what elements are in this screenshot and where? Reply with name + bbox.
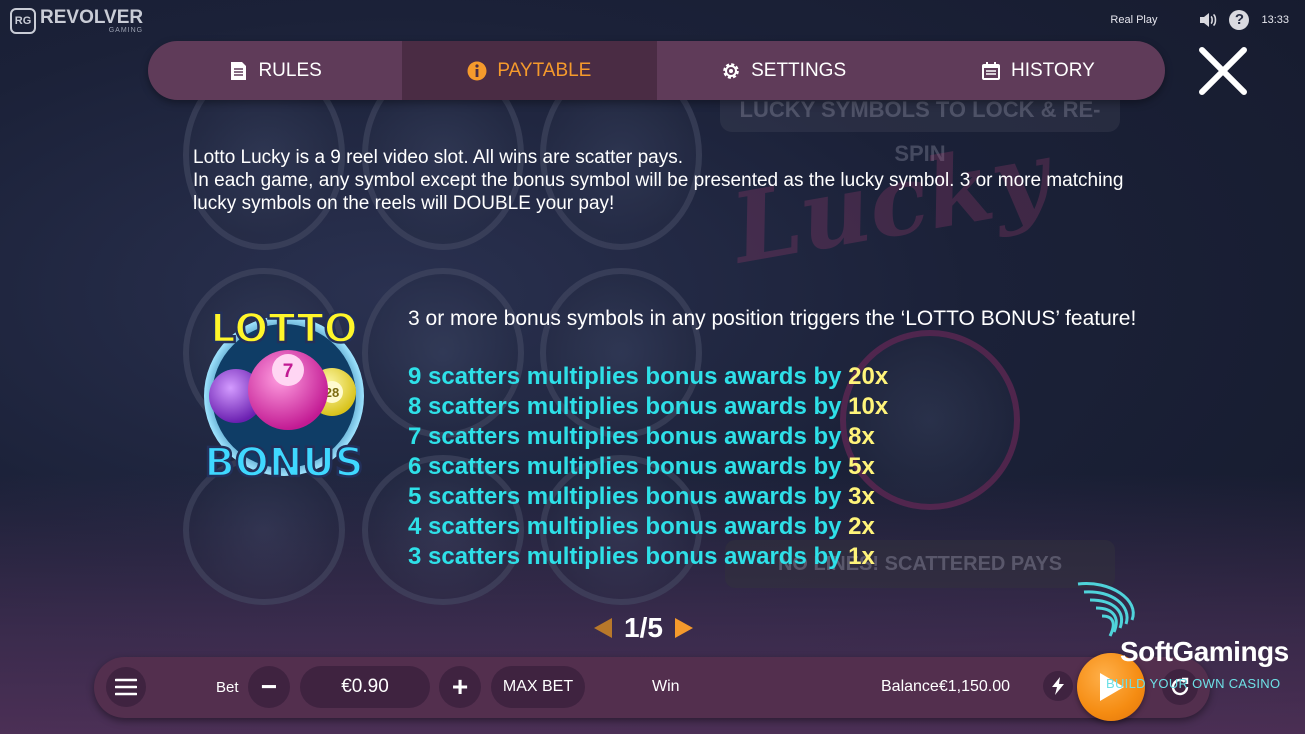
multiplier-row: 6 scatters multiplies bonus awards by 5x (408, 453, 888, 483)
provider-wordmark: REVOLVER GAMING (40, 8, 143, 34)
lightning-icon (1052, 677, 1064, 695)
multiplier-text: 5 scatters multiplies bonus awards by (408, 483, 849, 510)
tab-settings-label: SETTINGS (751, 59, 847, 81)
softgamings-watermark: SoftGamings BUILD YOUR OWN CASINO (1070, 580, 1300, 700)
paytable-content: Lotto Lucky is a 9 reel video slot. All … (193, 146, 1153, 215)
multiplier-row: 3 scatters multiplies bonus awards by 1x (408, 543, 888, 573)
page-indicator: 1/5 (624, 612, 663, 643)
calendar-icon (981, 61, 1001, 81)
max-bet-button[interactable]: MAX BET (491, 666, 585, 708)
multiplier-text: 3 scatters multiplies bonus awards by (408, 543, 849, 570)
bonus-text: BONUS (204, 440, 363, 486)
decrease-bet-button[interactable]: − (248, 666, 290, 708)
multiplier-text: 4 scatters multiplies bonus awards by (408, 513, 849, 540)
bonus-trigger-text: 3 or more bonus symbols in any position … (408, 307, 1137, 330)
control-bar: Bet − €0.90 + MAX BET Win Balance€1,150.… (94, 653, 1210, 721)
balance-label: Balance (881, 678, 939, 695)
tab-rules[interactable]: RULES (148, 41, 402, 100)
multiplier-row: 4 scatters multiplies bonus awards by 2x (408, 513, 888, 543)
help-icon[interactable]: ? (1229, 10, 1250, 30)
multiplier-value: 1x (848, 543, 875, 570)
tab-settings[interactable]: SETTINGS (657, 41, 911, 100)
multiplier-row: 7 scatters multiplies bonus awards by 8x (408, 423, 888, 453)
clock-time: 13:33 (1261, 14, 1289, 26)
provider-logo: RG REVOLVER GAMING (10, 8, 143, 34)
provider-name: REVOLVER (40, 7, 144, 28)
multiplier-row: 8 scatters multiplies bonus awards by 10… (408, 393, 888, 423)
bet-label: Bet (216, 679, 239, 696)
close-icon[interactable] (1196, 44, 1250, 98)
intro-line-1: Lotto Lucky is a 9 reel video slot. All … (193, 147, 684, 168)
tab-history-label: HISTORY (1010, 59, 1095, 81)
document-icon (228, 61, 248, 81)
tab-paytable-label: PAYTABLE (497, 59, 592, 81)
info-icon (467, 61, 487, 81)
multiplier-value: 2x (848, 513, 875, 540)
provider-subtitle: GAMING (108, 27, 144, 34)
multiplier-text: 8 scatters multiplies bonus awards by (408, 393, 849, 420)
increase-bet-button[interactable]: + (439, 666, 481, 708)
multiplier-text: 9 scatters multiplies bonus awards by (408, 363, 849, 390)
win-label: Win (652, 678, 680, 695)
menu-button[interactable] (106, 667, 146, 707)
ball-number-7: 7 (283, 361, 294, 382)
multiplier-text: 6 scatters multiplies bonus awards by (408, 453, 849, 480)
intro-line-2: In each game, any symbol except the bonu… (193, 170, 1124, 214)
tab-history[interactable]: HISTORY (911, 41, 1165, 100)
turbo-button[interactable] (1043, 671, 1073, 701)
multiplier-list: 9 scatters multiplies bonus awards by 20… (408, 363, 888, 573)
multiplier-value: 5x (848, 453, 875, 480)
info-tab-bar: RULES PAYTABLE SETTINGS HISTORY (148, 41, 1165, 100)
speaker-icon[interactable] (1199, 12, 1217, 28)
multiplier-value: 20x (848, 363, 889, 390)
next-page-arrow-icon[interactable] (673, 616, 695, 640)
balance-value: €1,150.00 (938, 678, 1011, 695)
multiplier-text: 7 scatters multiplies bonus awards by (408, 423, 849, 450)
tab-paytable[interactable]: PAYTABLE (402, 41, 657, 100)
multiplier-row: 9 scatters multiplies bonus awards by 20… (408, 363, 888, 393)
gear-icon (721, 61, 741, 81)
hamburger-icon (115, 678, 137, 696)
multiplier-value: 10x (848, 393, 889, 420)
watermark-title: SoftGamings (1120, 636, 1289, 667)
previous-page-arrow-icon[interactable] (592, 616, 614, 640)
status-bar: Real Play ? 13:33 (1110, 10, 1289, 30)
page-navigator: 1/5 (592, 612, 695, 644)
lotto-bonus-symbol: 28 7 LOTTO BONUS (203, 305, 365, 488)
multiplier-value: 3x (848, 483, 875, 510)
tab-rules-label: RULES (258, 59, 322, 81)
play-mode-label: Real Play (1110, 14, 1158, 26)
bet-value: €0.90 (300, 666, 430, 708)
watermark-subtitle: BUILD YOUR OWN CASINO (1106, 676, 1281, 691)
provider-badge: RG (10, 8, 36, 34)
multiplier-row: 5 scatters multiplies bonus awards by 3x (408, 483, 888, 513)
background-game-logo: Lucky (723, 118, 1057, 286)
balance-display: Balance€1,150.00 (881, 678, 1010, 696)
multiplier-value: 8x (848, 423, 875, 450)
lotto-text: LOTTO (210, 306, 358, 352)
